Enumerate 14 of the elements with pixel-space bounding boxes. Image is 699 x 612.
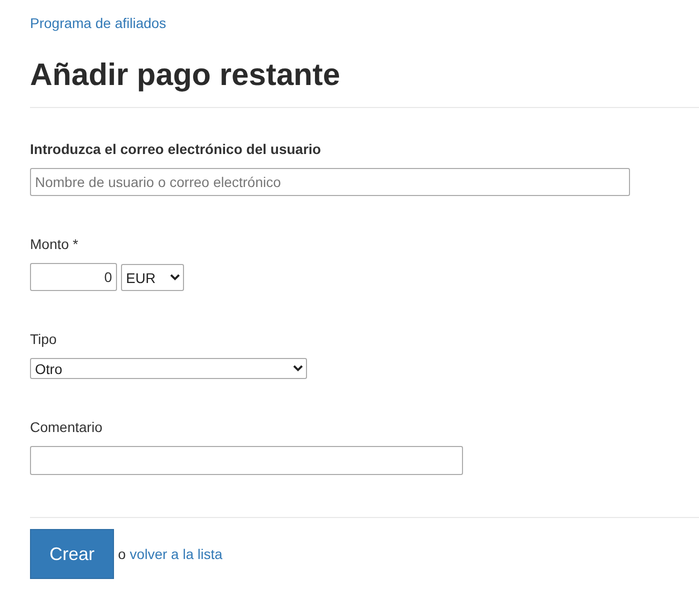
create-button[interactable]: Crear <box>30 529 114 580</box>
type-select[interactable]: Otro <box>30 358 307 380</box>
field-label: Comentario <box>30 418 102 438</box>
breadcrumb-link[interactable]: Programa de afiliados <box>30 15 166 31</box>
field-label: Monto * <box>30 235 78 254</box>
comment-field[interactable] <box>30 446 463 476</box>
page-title: Añadir pago restante <box>30 56 342 94</box>
field-label: Tipo <box>30 330 57 350</box>
email-field[interactable]: Nombre de usuario o correo electrónico <box>30 168 630 196</box>
amount-field[interactable]: 0 <box>30 263 117 292</box>
currency-select[interactable]: EUR <box>121 264 184 292</box>
connector-text: o <box>118 544 126 564</box>
field-label: Introduzca el correo electrónico del usuario <box>30 140 321 160</box>
back-to-list-link[interactable]: volver a la lista <box>130 544 222 565</box>
